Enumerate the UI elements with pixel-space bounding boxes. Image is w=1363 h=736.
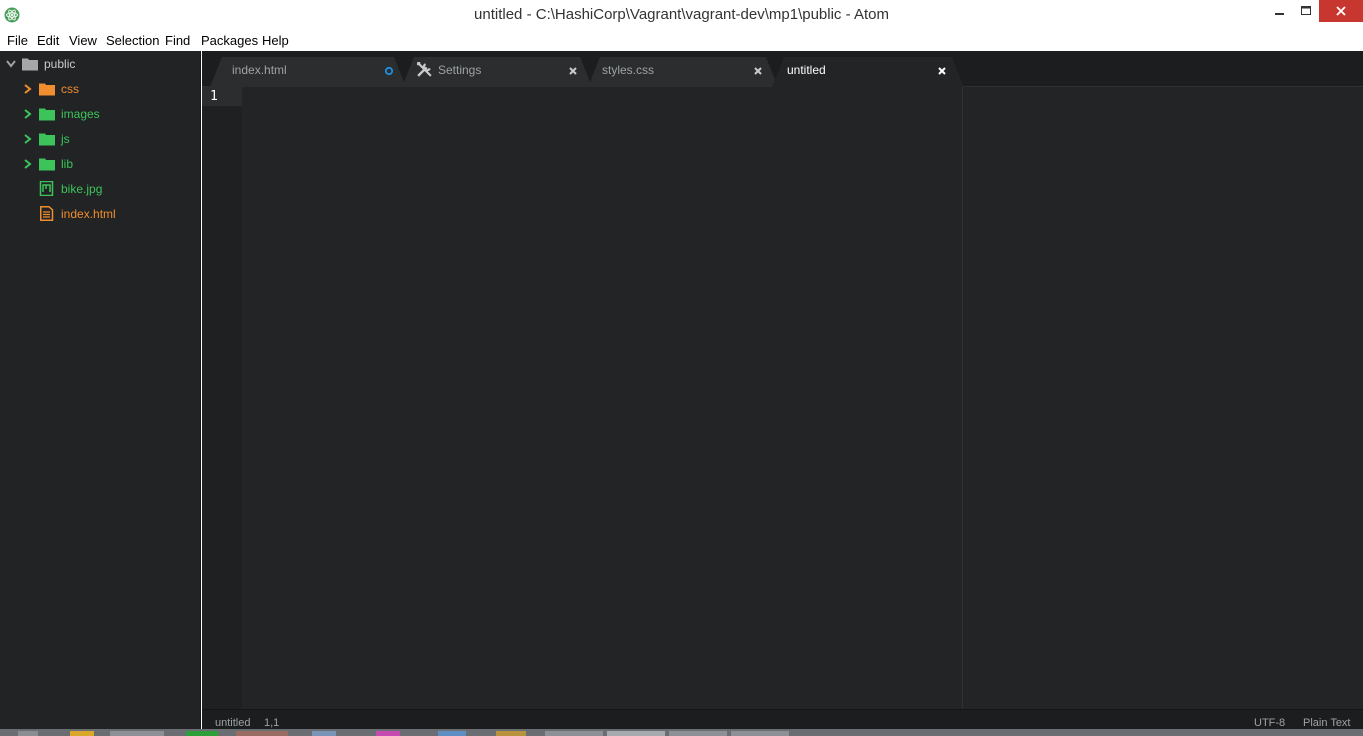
taskbar-app-icon[interactable]	[70, 731, 94, 736]
wrap-guide	[962, 87, 963, 709]
status-encoding[interactable]: UTF-8	[1254, 717, 1285, 729]
close-tab-icon[interactable]	[567, 65, 579, 77]
tree-view: public css images js lib bike.jpg index.…	[0, 51, 201, 736]
close-icon	[1336, 6, 1346, 16]
tree-item-images[interactable]: images	[0, 103, 200, 125]
line-number: 1	[210, 89, 218, 104]
close-tab-icon[interactable]	[936, 65, 948, 77]
status-file-name[interactable]: untitled	[215, 717, 250, 729]
taskbar-app-icon[interactable]	[607, 731, 665, 736]
tree-item-lib[interactable]: lib	[0, 153, 200, 175]
tree-item-css[interactable]: css	[0, 78, 200, 100]
tree-item-index-html[interactable]: index.html	[0, 203, 200, 225]
taskbar-app-icon[interactable]	[376, 731, 400, 736]
menu-edit[interactable]: Edit	[37, 33, 59, 48]
menu-help[interactable]: Help	[262, 33, 289, 48]
taskbar-app-icon[interactable]	[669, 731, 727, 736]
menu-find[interactable]: Find	[165, 33, 190, 48]
maximize-button[interactable]	[1291, 0, 1321, 22]
menu-file[interactable]: File	[7, 33, 28, 48]
cursor-line[interactable]	[242, 87, 1363, 106]
line-number-gutter: 1	[202, 87, 242, 709]
maximize-icon	[1300, 6, 1311, 15]
tree-item-label: images	[61, 107, 100, 121]
tab-label: index.html	[232, 63, 287, 77]
taskbar	[0, 729, 1363, 736]
chevron-down-icon[interactable]	[6, 57, 16, 71]
tab-settings[interactable]: Settings	[402, 57, 592, 87]
taskbar-app-icon[interactable]	[438, 731, 466, 736]
folder-icon	[22, 58, 38, 71]
text-editor[interactable]: 1	[202, 87, 1363, 709]
menu-view[interactable]: View	[69, 33, 97, 48]
taskbar-app-icon[interactable]	[186, 731, 218, 736]
tree-root-public[interactable]: public	[0, 53, 200, 75]
tree-item-label: js	[61, 132, 70, 146]
close-window-button[interactable]	[1319, 0, 1363, 22]
chevron-right-icon[interactable]	[22, 107, 32, 121]
tree-root-label: public	[44, 57, 76, 71]
tab-label: Settings	[438, 63, 482, 77]
taskbar-app-icon[interactable]	[731, 731, 789, 736]
tab-untitled[interactable]: untitled	[772, 57, 964, 87]
modified-indicator-icon[interactable]	[383, 65, 395, 77]
chevron-right-icon[interactable]	[22, 82, 32, 96]
status-cursor-position[interactable]: 1,1	[264, 717, 279, 729]
tools-icon	[417, 62, 432, 77]
folder-icon	[39, 108, 55, 121]
folder-icon	[39, 133, 55, 146]
minimize-icon	[1275, 13, 1284, 15]
image-file-icon	[39, 181, 54, 196]
taskbar-app-icon[interactable]	[236, 731, 288, 736]
line-number-row: 1	[202, 87, 242, 106]
tab-label: styles.css	[602, 63, 655, 77]
menu-packages[interactable]: Packages	[201, 33, 258, 48]
tab-bar: index.html Settings styles.css untitled	[202, 51, 1363, 87]
taskbar-app-icon[interactable]	[110, 731, 164, 736]
window-title: untitled - C:\HashiCorp\Vagrant\vagrant-…	[474, 6, 889, 23]
tree-item-bike-jpg[interactable]: bike.jpg	[0, 178, 200, 200]
tab-label: untitled	[787, 63, 826, 77]
status-grammar[interactable]: Plain Text	[1303, 717, 1351, 729]
menu-bar: File Edit View Selection Find Packages H…	[0, 31, 1363, 51]
tree-item-label: lib	[61, 157, 74, 171]
tree-item-js[interactable]: js	[0, 128, 200, 150]
tab-index-html[interactable]: index.html	[210, 57, 406, 87]
title-bar: untitled - C:\HashiCorp\Vagrant\vagrant-…	[0, 0, 1363, 31]
taskbar-app-icon[interactable]	[312, 731, 336, 736]
taskbar-start-icon[interactable]	[18, 731, 38, 736]
tree-item-label: index.html	[61, 207, 116, 221]
tree-item-label: bike.jpg	[61, 182, 103, 196]
tab-styles-css[interactable]: styles.css	[588, 57, 778, 87]
close-tab-icon[interactable]	[752, 65, 764, 77]
menu-selection[interactable]: Selection	[106, 33, 159, 48]
tree-item-label: css	[61, 82, 79, 96]
code-file-icon	[40, 206, 54, 221]
folder-icon	[39, 83, 55, 96]
taskbar-app-icon[interactable]	[496, 731, 526, 736]
taskbar-app-icon[interactable]	[545, 731, 603, 736]
folder-icon	[39, 158, 55, 171]
chevron-right-icon[interactable]	[22, 157, 32, 171]
chevron-right-icon[interactable]	[22, 132, 32, 146]
